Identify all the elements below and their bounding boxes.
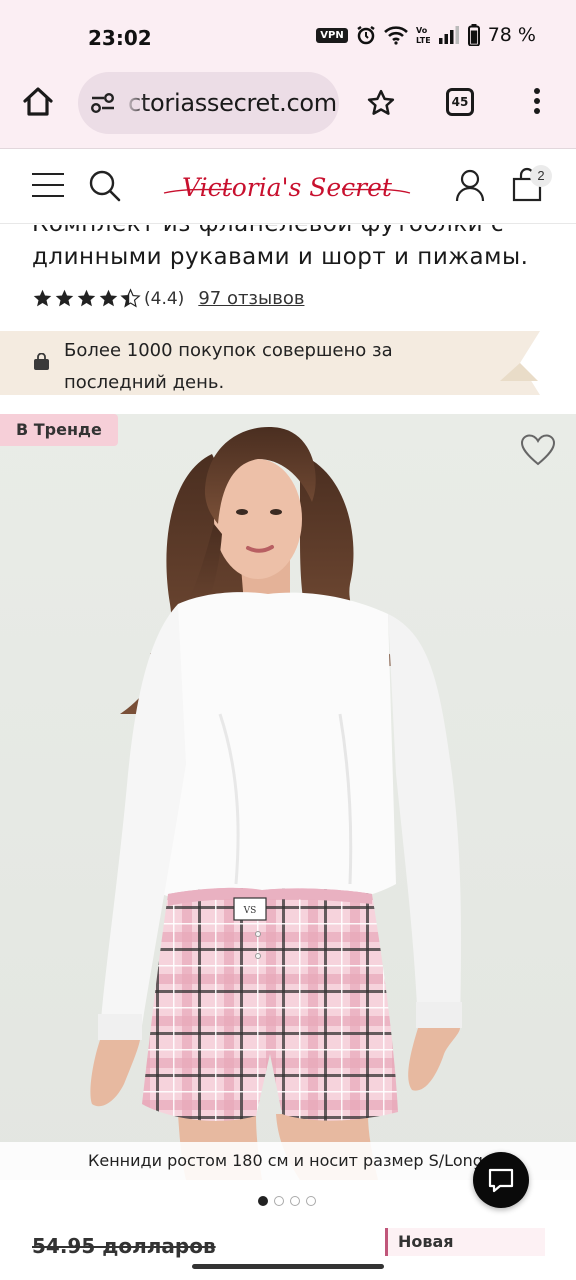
account-icon[interactable]: [454, 169, 486, 203]
home-icon[interactable]: [20, 84, 56, 120]
home-indicator[interactable]: [192, 1264, 384, 1269]
star-partial-icon: [120, 288, 141, 308]
volte-icon: VoLTE: [416, 26, 430, 45]
status-bar: 23:02 VPN Vo LTE 78 %: [0, 0, 576, 70]
site-header: Victoria's Secret 2: [0, 148, 576, 224]
star-full-icon: [55, 289, 74, 307]
svg-text:LTE: LTE: [416, 36, 430, 45]
tabs-button[interactable]: 45: [446, 88, 474, 116]
product-title: Комплект из фланелевой футболки с длинны…: [32, 225, 529, 270]
rating-stars: [32, 288, 142, 309]
url-text: ctoriassecret.com: [128, 89, 337, 117]
rating-value: (4.4): [144, 288, 185, 309]
address-bar[interactable]: ctoriassecret.com: [78, 72, 339, 134]
search-icon[interactable]: [88, 169, 122, 203]
product-title-container: Комплект из фланелевой футболки с длинны…: [32, 225, 552, 275]
status-icons: VPN Vo LTE 78 %: [316, 24, 536, 46]
site-settings-icon[interactable]: [90, 91, 116, 115]
carousel-dot[interactable]: [274, 1196, 284, 1206]
url-fade: [124, 72, 146, 134]
new-badge: Новая: [385, 1228, 545, 1256]
star-full-icon: [33, 289, 52, 307]
browser-toolbar: ctoriassecret.com 45: [0, 70, 576, 148]
star-full-icon: [77, 289, 96, 307]
brand-logo[interactable]: Victoria's Secret: [162, 163, 412, 209]
product-image[interactable]: VS В Тренде Кенниди ростом 180 см и носи…: [0, 414, 576, 1180]
shopping-bag-icon: [34, 353, 49, 370]
carousel-dots[interactable]: [258, 1196, 316, 1206]
alarm-icon: [357, 25, 375, 45]
heart-icon[interactable]: [520, 434, 556, 466]
bookmark-star-icon[interactable]: [366, 88, 396, 118]
promo-banner: Более 1000 покупок совершено за последни…: [0, 331, 512, 395]
star-full-icon: [99, 289, 118, 307]
carousel-dot[interactable]: [306, 1196, 316, 1206]
trend-badge: В Тренде: [0, 414, 118, 446]
status-time: 23:02: [88, 26, 152, 50]
product-price: 54.95 долларов: [32, 1234, 216, 1258]
promo-text: Более 1000 покупок совершено за последни…: [64, 340, 393, 393]
model-photo: VS: [90, 427, 462, 1180]
signal-icon: [438, 26, 459, 44]
chat-icon: [488, 1168, 514, 1193]
battery-icon: [467, 24, 480, 46]
menu-icon[interactable]: [32, 173, 64, 199]
chat-button[interactable]: [473, 1152, 529, 1208]
vpn-icon: VPN: [316, 27, 348, 43]
svg-text:Vo: Vo: [416, 26, 428, 35]
carousel-dot[interactable]: [258, 1196, 268, 1206]
carousel-dot[interactable]: [290, 1196, 300, 1206]
more-vert-icon[interactable]: [528, 86, 546, 118]
svg-text:VS: VS: [243, 906, 257, 916]
rating-row[interactable]: (4.4) 97 отзывов: [32, 288, 304, 309]
battery-percent: 78 %: [487, 24, 536, 46]
cart-count-badge: 2: [530, 165, 552, 187]
promo-ribbon-tail: [498, 331, 540, 395]
reviews-link[interactable]: 97 отзывов: [198, 288, 304, 309]
logo-text: Victoria's Secret: [182, 173, 393, 202]
wifi-icon: [383, 26, 408, 45]
